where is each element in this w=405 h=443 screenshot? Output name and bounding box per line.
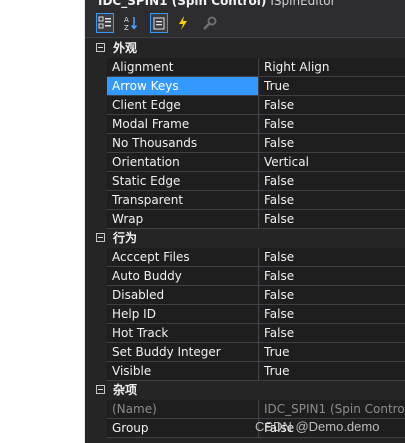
row-gutter	[85, 248, 107, 267]
svg-text:A: A	[124, 16, 129, 24]
property-row[interactable]: Acccept Files False	[85, 248, 405, 267]
property-value[interactable]: False	[260, 324, 405, 342]
events-icon	[176, 15, 190, 31]
category-row[interactable]: 杂项	[85, 381, 405, 400]
property-value[interactable]: False	[260, 267, 405, 285]
property-value[interactable]: False	[260, 191, 405, 209]
property-name[interactable]: Group	[107, 419, 259, 437]
property-name[interactable]: Hot Track	[107, 324, 259, 342]
svg-text:Z: Z	[124, 24, 129, 31]
property-row[interactable]: Set Buddy Integer True	[85, 343, 405, 362]
property-row[interactable]: Client Edge False	[85, 96, 405, 115]
property-name[interactable]: Static Edge	[107, 172, 259, 190]
property-name[interactable]: Set Buddy Integer	[107, 343, 259, 361]
property-row[interactable]: Disabled False	[85, 286, 405, 305]
property-row[interactable]: Visible True	[85, 362, 405, 381]
property-name[interactable]: Help ID	[107, 305, 259, 323]
property-row[interactable]: (Name) IDC_SPIN1 (Spin Control)	[85, 400, 405, 419]
categorized-icon	[98, 16, 112, 30]
property-value[interactable]: Vertical	[260, 153, 405, 171]
property-row[interactable]: Hot Track False	[85, 324, 405, 343]
row-gutter	[85, 77, 107, 96]
row-gutter	[85, 115, 107, 134]
properties-title-bar: IDC_SPIN1 (Spin Control) ISpinEditor	[85, 0, 405, 11]
property-name[interactable]: Auto Buddy	[107, 267, 259, 285]
property-value[interactable]: False	[260, 115, 405, 133]
property-name[interactable]: Disabled	[107, 286, 259, 304]
property-pages-button[interactable]	[201, 13, 219, 33]
row-gutter	[85, 210, 107, 229]
property-value: IDC_SPIN1 (Spin Control)	[260, 400, 405, 418]
row-gutter	[85, 58, 107, 77]
property-value[interactable]: False	[260, 96, 405, 114]
property-value[interactable]: False	[260, 286, 405, 304]
properties-icon	[152, 16, 166, 30]
property-value[interactable]: False	[260, 134, 405, 152]
row-gutter	[85, 343, 107, 362]
alphabetical-icon: A Z	[123, 15, 139, 31]
property-row[interactable]: Help ID False	[85, 305, 405, 324]
row-gutter	[85, 286, 107, 305]
property-value[interactable]: Right Align	[260, 58, 405, 76]
row-gutter	[85, 400, 107, 419]
property-name[interactable]: Transparent	[107, 191, 259, 209]
category-label: 外观	[113, 41, 138, 55]
row-gutter	[85, 153, 107, 172]
property-name[interactable]: Visible	[107, 362, 259, 380]
property-row[interactable]: Modal Frame False	[85, 115, 405, 134]
properties-view-button[interactable]	[150, 13, 168, 33]
editor-area	[0, 0, 85, 443]
properties-toolbar: A Z	[85, 11, 405, 38]
row-gutter	[85, 419, 107, 438]
property-name[interactable]: Client Edge	[107, 96, 259, 114]
row-gutter	[85, 324, 107, 343]
property-value[interactable]: True	[260, 362, 405, 380]
property-value[interactable]: False	[260, 305, 405, 323]
row-gutter	[85, 134, 107, 153]
control-title: IDC_SPIN1 (Spin Control)	[98, 0, 267, 8]
property-row[interactable]: Transparent False	[85, 191, 405, 210]
property-name[interactable]: Arrow Keys	[107, 77, 259, 95]
row-gutter	[85, 362, 107, 381]
property-row[interactable]: Auto Buddy False	[85, 267, 405, 286]
category-row[interactable]: 行为	[85, 229, 405, 248]
collapse-icon[interactable]	[96, 43, 105, 52]
property-value[interactable]: False	[260, 248, 405, 266]
property-row[interactable]: No Thousands False	[85, 134, 405, 153]
collapse-icon[interactable]	[96, 233, 105, 242]
events-button[interactable]	[174, 13, 192, 33]
watermark: CSDN @Demo.demo	[255, 419, 380, 434]
row-gutter	[85, 172, 107, 191]
property-value[interactable]: False	[260, 172, 405, 190]
property-value[interactable]: True	[260, 343, 405, 361]
category-label: 行为	[113, 231, 138, 245]
row-gutter	[85, 96, 107, 115]
property-name[interactable]: Alignment	[107, 58, 259, 76]
property-value[interactable]: True	[260, 77, 405, 95]
row-gutter	[85, 191, 107, 210]
collapse-icon[interactable]	[96, 385, 105, 394]
property-value[interactable]: False	[260, 210, 405, 228]
property-name[interactable]: Modal Frame	[107, 115, 259, 133]
editor-name: ISpinEditor	[270, 0, 336, 8]
row-gutter	[85, 267, 107, 286]
row-gutter	[85, 305, 107, 324]
properties-panel: IDC_SPIN1 (Spin Control)ISpinEditor A Z	[85, 0, 405, 443]
property-name[interactable]: (Name)	[107, 400, 259, 418]
property-name[interactable]: No Thousands	[107, 134, 259, 152]
property-row[interactable]: Wrap False	[85, 210, 405, 229]
property-row[interactable]: Static Edge False	[85, 172, 405, 191]
property-pages-icon	[202, 15, 218, 31]
category-row[interactable]: 外观	[85, 39, 405, 58]
property-row[interactable]: Orientation Vertical	[85, 153, 405, 172]
property-name[interactable]: Orientation	[107, 153, 259, 171]
property-row[interactable]: Arrow Keys True	[85, 77, 405, 96]
category-label: 杂项	[113, 383, 138, 397]
property-row[interactable]: Alignment Right Align	[85, 58, 405, 77]
property-grid: 外观 Alignment Right Align Arrow Keys True Clie…	[85, 39, 405, 438]
property-name[interactable]: Acccept Files	[107, 248, 259, 266]
alphabetical-button[interactable]: A Z	[122, 13, 140, 33]
categorized-button[interactable]	[96, 13, 114, 33]
property-name[interactable]: Wrap	[107, 210, 259, 228]
